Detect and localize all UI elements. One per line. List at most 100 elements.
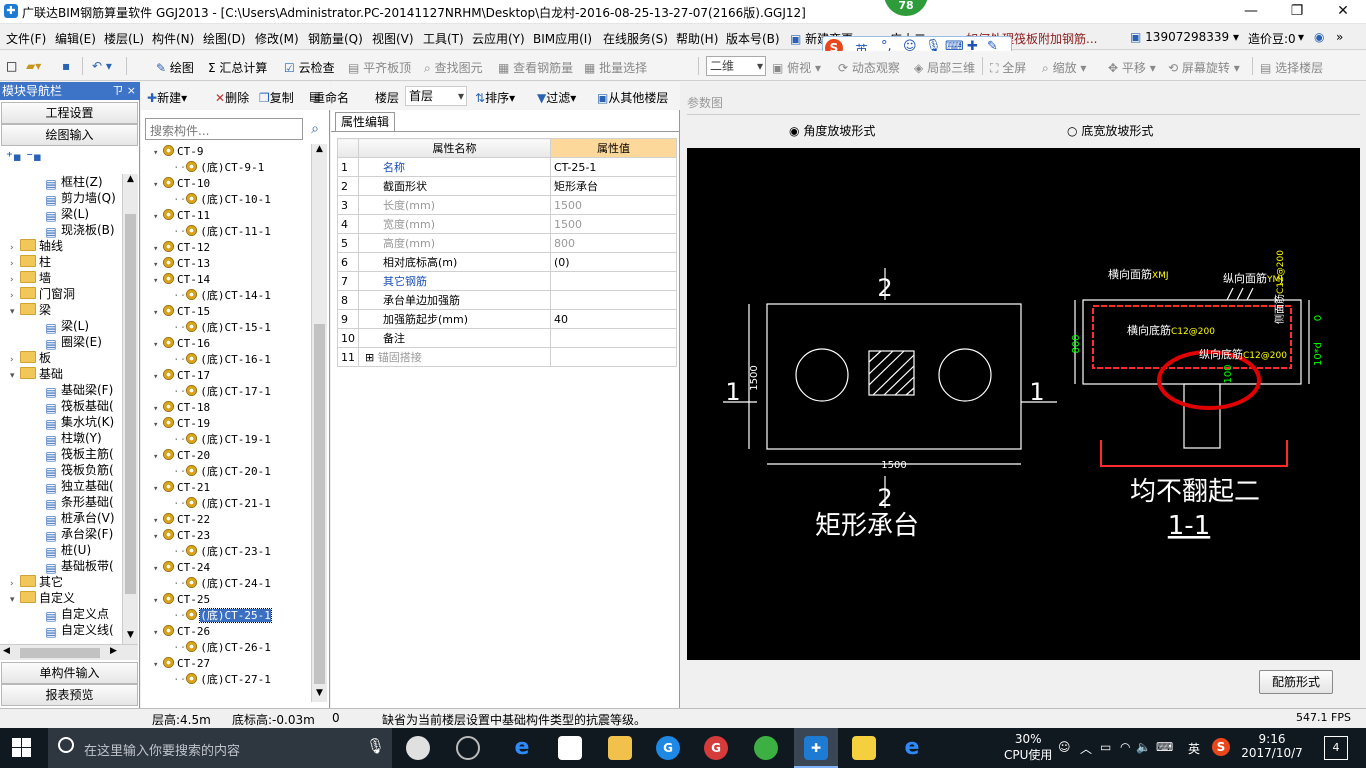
component-item[interactable]: ▾ CT-21 <box>153 480 210 496</box>
menu-tools[interactable]: 工具(T) <box>423 30 464 47</box>
collapse-icon[interactable]: ▾ <box>153 657 163 673</box>
collapse-icon[interactable]: ▾ <box>153 177 163 193</box>
delete-component-button[interactable]: ✕删除 <box>215 89 249 106</box>
maximize-button[interactable]: ❐ <box>1274 0 1320 24</box>
menu-rebar[interactable]: 钢筋量(Q) <box>308 30 363 47</box>
clock[interactable]: 9:16 2017/10/7 <box>1240 732 1304 760</box>
module-folder[interactable]: ▾ 自定义 <box>10 590 75 606</box>
component-sub-item[interactable]: ·· (底)CT-26-1 <box>173 640 271 656</box>
component-item[interactable]: ▾ CT-24 <box>153 560 210 576</box>
rename-button[interactable]: 重命名 <box>313 89 349 106</box>
menu-draw[interactable]: 绘图(D) <box>203 30 246 47</box>
component-sub-item[interactable]: ·· (底)CT-21-1 <box>173 496 271 512</box>
scroll-thumb[interactable] <box>125 214 136 594</box>
view-rebar-button[interactable]: ▦ 查看钢筋量 <box>498 59 573 76</box>
cpu-usage[interactable]: 30% CPU使用 <box>1004 732 1052 763</box>
module-item[interactable]: ▤ 框柱(Z) <box>44 174 102 191</box>
property-row[interactable]: 8 承台单边加强筋 <box>337 290 677 310</box>
menu-bim[interactable]: BIM应用(I) <box>533 30 592 47</box>
windows-start-icon[interactable] <box>12 738 32 758</box>
module-folder[interactable]: › 墙 <box>10 270 51 286</box>
copy-component-button[interactable]: ❐复制 <box>259 89 294 106</box>
menu-cloud[interactable]: 云应用(Y) <box>472 30 525 47</box>
component-item[interactable]: ▾ CT-16 <box>153 336 210 352</box>
module-tree-hscrollbar[interactable]: ◀ ▶ <box>0 644 138 660</box>
glodon-red-icon[interactable]: G <box>704 736 728 760</box>
component-sub-item[interactable]: ·· (底)CT-16-1 <box>173 352 271 368</box>
collapse-icon[interactable]: ▾ <box>153 593 163 609</box>
rebar-form-button[interactable]: 配筋形式 <box>1259 670 1333 694</box>
select-floor-button[interactable]: ▤ 选择楼层 <box>1260 59 1323 76</box>
component-sub-item[interactable]: ·· (底)CT-11-1 <box>173 224 271 240</box>
component-sub-item[interactable]: ·· (底)CT-10-1 <box>173 192 271 208</box>
search-icon[interactable]: ⌕ <box>305 118 325 140</box>
property-row[interactable]: 7 其它钢筋 <box>337 271 677 291</box>
expand-icon[interactable]: » <box>1336 30 1343 44</box>
store-icon[interactable] <box>558 736 582 760</box>
menu-view[interactable]: 视图(V) <box>372 30 414 47</box>
taskbar-search-box[interactable]: 在这里输入你要搜索的内容 🎙 <box>48 728 392 768</box>
browser-360-icon[interactable] <box>456 736 480 760</box>
scroll-right-icon[interactable]: ▶ <box>110 646 117 656</box>
property-row[interactable]: 1 名称 CT-25-1 <box>337 157 677 177</box>
local-3d-button[interactable]: ◈ 局部三维 <box>914 59 975 76</box>
component-tree-scrollbar[interactable]: ▲ ▼ <box>311 144 327 702</box>
angle-slope-radio[interactable]: ◉ 角度放坡形式 <box>789 122 875 139</box>
component-item[interactable]: ▾ CT-23 <box>153 528 210 544</box>
single-component-input-button[interactable]: 单构件输入 <box>1 662 138 684</box>
module-item[interactable]: ▤ 柱墩(Y) <box>44 430 101 447</box>
scroll-up-icon[interactable]: ▲ <box>124 174 137 188</box>
property-row[interactable]: 4 宽度(mm) 1500 <box>337 214 677 234</box>
module-folder[interactable]: ▾ 梁 <box>10 302 51 318</box>
network-icon[interactable]: ◠ <box>1120 740 1130 754</box>
module-folder[interactable]: › 门窗洞 <box>10 286 75 302</box>
component-item[interactable]: ▾ CT-11 <box>153 208 210 224</box>
width-slope-radio[interactable]: ○ 底宽放坡形式 <box>1067 122 1153 139</box>
collapse-icon[interactable]: ▾ <box>10 304 20 320</box>
property-row[interactable]: 5 高度(mm) 800 <box>337 233 677 253</box>
action-center-icon[interactable]: 4 <box>1324 736 1348 760</box>
beans-dropdown-icon[interactable]: ▾ <box>1298 30 1304 44</box>
collapse-icon[interactable]: ▾ <box>153 449 163 465</box>
collapse-icon[interactable]: ▾ <box>153 481 163 497</box>
property-value-cell[interactable]: 800 <box>550 233 677 253</box>
pin-close-icon[interactable]: ㄗ × <box>112 82 136 100</box>
component-item[interactable]: ▾ CT-17 <box>153 368 210 384</box>
collapse-icon[interactable]: ▾ <box>153 513 163 529</box>
module-item[interactable]: ▤ 梁(L) <box>44 206 89 223</box>
component-item[interactable]: ▾ CT-15 <box>153 304 210 320</box>
module-item[interactable]: ▤ 条形基础( <box>44 494 113 511</box>
component-item[interactable]: ▾ CT-26 <box>153 624 210 640</box>
scroll-left-icon[interactable]: ◀ <box>3 646 10 656</box>
pan-button[interactable]: ✥ 平移 ▾ <box>1108 59 1156 76</box>
undo-icon[interactable]: ↶ ▾ <box>92 59 112 73</box>
collapse-icon[interactable]: ▾ <box>153 625 163 641</box>
report-preview-button[interactable]: 报表预览 <box>1 684 138 706</box>
property-value-cell[interactable] <box>550 290 677 310</box>
collapse-icon[interactable]: ▾ <box>153 305 163 321</box>
module-folder[interactable]: › 轴线 <box>10 238 63 254</box>
people-icon[interactable]: ☺ <box>1058 740 1071 754</box>
module-item[interactable]: ▤ 基础梁(F) <box>44 382 113 399</box>
menu-online[interactable]: 在线服务(S) <box>603 30 668 47</box>
module-tree-scrollbar[interactable]: ▲ ▼ <box>122 174 138 644</box>
zoom-button[interactable]: ⌕ 缩放 ▾ <box>1042 59 1086 76</box>
collapse-icon[interactable]: ▾ <box>153 561 163 577</box>
menu-component[interactable]: 构件(N) <box>152 30 194 47</box>
module-folder[interactable]: › 板 <box>10 350 51 366</box>
component-sub-item[interactable]: ·· (底)CT-23-1 <box>173 544 271 560</box>
property-row[interactable]: 6 相对底标高(m) (0) <box>337 252 677 272</box>
module-item[interactable]: ▤ 集水坑(K) <box>44 414 114 431</box>
scroll-down-icon[interactable]: ▼ <box>313 688 326 702</box>
component-search-input[interactable]: 搜索构件... <box>145 118 303 140</box>
property-value-cell[interactable]: (0) <box>550 252 677 272</box>
green-app-icon[interactable] <box>754 736 778 760</box>
expand-all-icon[interactable]: ⁺▪ ⁻▪ <box>6 150 42 165</box>
collapse-icon[interactable]: ▾ <box>153 529 163 545</box>
fullscreen-button[interactable]: ⛶ 全屏 <box>990 59 1026 76</box>
find-element-button[interactable]: ⌕ 查找图元 <box>424 59 483 76</box>
collapse-icon[interactable]: ▾ <box>153 257 163 273</box>
module-item[interactable]: ▤ 梁(L) <box>44 318 89 335</box>
module-item[interactable]: ▤ 筏板基础( <box>44 398 113 415</box>
minimize-button[interactable]: — <box>1228 0 1274 24</box>
